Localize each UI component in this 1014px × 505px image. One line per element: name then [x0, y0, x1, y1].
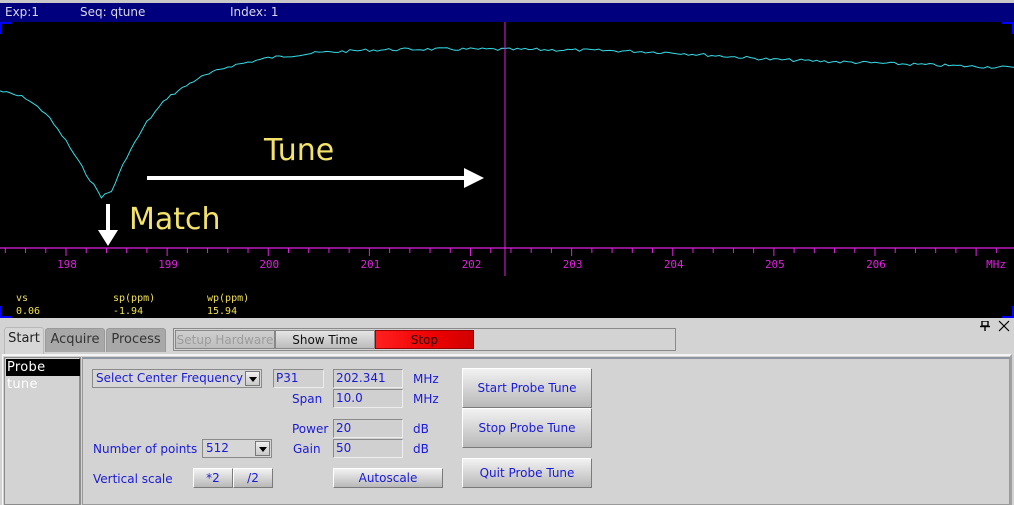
vnmrj-probe-tune-window: Exp:1 Seq: qtune Index: 1 198 199 200 201 20…	[0, 0, 1014, 505]
readout-value: 0.06	[16, 306, 40, 317]
power-label: Power	[292, 422, 329, 436]
start-probe-tune-button[interactable]: Start Probe Tune	[462, 368, 592, 408]
annotations: Tune Match vs 0.06 sp(ppm) -1.94 wp(ppm) 15.94	[16, 133, 484, 317]
gain-field[interactable]: 50	[333, 439, 403, 458]
vertical-scale-double-button[interactable]: *2	[193, 468, 233, 488]
list-item-probe-tune[interactable]: Probe tune	[6, 359, 80, 392]
vertical-scale-label: Vertical scale	[93, 472, 173, 486]
trace-group	[0, 47, 1014, 199]
gain-label: Gain	[293, 442, 321, 456]
points-label: Number of points	[93, 442, 198, 456]
nucleus-field[interactable]: P31	[273, 369, 324, 388]
center-frequency-select-value: Select Center Frequency	[96, 371, 244, 385]
gain-unit: dB	[413, 442, 429, 456]
tick-label: 203	[563, 258, 583, 271]
frequency-axis: 198 199 200 201 202 203 204 205 206 MHz	[0, 22, 1014, 276]
experiment-label: Exp:1	[5, 5, 39, 19]
tune-label: Tune	[263, 133, 334, 168]
span-field[interactable]: 10.0	[333, 389, 403, 408]
tab-start[interactable]: Start	[4, 327, 44, 354]
tab-acquire[interactable]: Acquire	[45, 328, 105, 352]
match-arrow-head	[98, 230, 118, 246]
trace-line	[0, 47, 1014, 199]
match-label: Match	[129, 202, 221, 237]
status-bar: Exp:1 Seq: qtune Index: 1	[0, 0, 1014, 22]
canvas-corner-br	[1002, 306, 1014, 318]
tick-label: 200	[259, 258, 279, 271]
points-select[interactable]: 512	[202, 439, 272, 458]
tick-label: 206	[866, 258, 886, 271]
readout-value: 15.94	[207, 306, 237, 317]
vertical-scale-half-button[interactable]: /2	[233, 468, 273, 488]
chevron-down-icon	[245, 371, 260, 386]
tune-graphics-canvas[interactable]: 198 199 200 201 202 203 204 205 206 MHz Tune Match…	[0, 22, 1014, 318]
protocol-list: Probe tune	[4, 357, 81, 505]
tune-plot: 198 199 200 201 202 203 204 205 206 MHz Tune Match…	[0, 22, 1014, 317]
status-bar-strip: Exp:1 Seq: qtune Index: 1	[0, 3, 1014, 22]
axis-unit-label: MHz	[986, 258, 1006, 271]
center-frequency-unit: MHz	[413, 372, 439, 386]
toolbar: Setup Hardware Show Time Stop	[173, 328, 676, 351]
show-time-button[interactable]: Show Time	[275, 330, 375, 349]
chevron-down-icon	[255, 441, 270, 456]
readout-label: wp(ppm)	[207, 293, 249, 304]
index-label: Index: 1	[230, 5, 279, 19]
readout-value: -1.94	[113, 306, 143, 317]
span-label: Span	[292, 392, 323, 406]
tick-label: 199	[158, 258, 178, 271]
canvas-corner-tr	[1002, 22, 1014, 34]
tick-label: 198	[57, 258, 77, 271]
stop-button[interactable]: Stop	[375, 330, 474, 349]
tune-panel: Start Acquire Process Setup Hardware Sho…	[0, 318, 1014, 505]
quit-probe-tune-button[interactable]: Quit Probe Tune	[462, 458, 592, 488]
close-icon[interactable]	[998, 320, 1010, 332]
autoscale-button[interactable]: Autoscale	[333, 468, 443, 488]
stop-probe-tune-button[interactable]: Stop Probe Tune	[462, 408, 592, 448]
readout-label: vs	[16, 293, 28, 304]
readout-label: sp(ppm)	[113, 293, 155, 304]
center-frequency-field[interactable]: 202.341	[333, 369, 403, 388]
points-select-value: 512	[206, 441, 229, 455]
tune-arrow-head	[464, 168, 484, 188]
tab-process[interactable]: Process	[106, 328, 166, 352]
span-unit: MHz	[413, 392, 439, 406]
tick-label: 202	[462, 258, 482, 271]
setup-hardware-button[interactable]: Setup Hardware	[175, 330, 275, 349]
pin-icon[interactable]	[980, 320, 990, 331]
canvas-corner-tl	[0, 22, 12, 34]
center-frequency-select[interactable]: Select Center Frequency	[92, 369, 262, 388]
tick-label: 201	[360, 258, 380, 271]
power-unit: dB	[413, 422, 429, 436]
sequence-label: Seq: qtune	[80, 5, 146, 19]
tick-label: 204	[664, 258, 684, 271]
canvas-corner-bl	[0, 306, 12, 318]
tick-label: 205	[765, 258, 785, 271]
power-field[interactable]: 20	[333, 419, 403, 438]
